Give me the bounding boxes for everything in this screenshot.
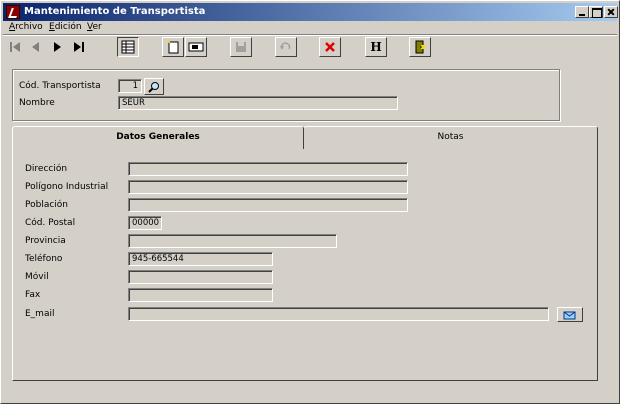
minimize-button[interactable] xyxy=(575,6,589,18)
telefono-field[interactable]: 945-665544 xyxy=(128,252,273,266)
email-field[interactable] xyxy=(128,307,549,321)
poligono-label: Polígono Industrial xyxy=(25,182,109,192)
first-icon xyxy=(10,42,20,52)
menu-ver[interactable]: Ver xyxy=(87,22,102,32)
provincia-field[interactable] xyxy=(128,234,337,248)
next-record-button[interactable] xyxy=(49,37,65,57)
form-edit-icon xyxy=(188,42,204,52)
maximize-button[interactable] xyxy=(589,6,603,18)
last-icon xyxy=(74,42,84,52)
cod-transportista-label: Cód. Transportista xyxy=(19,81,101,91)
movil-label: Móvil xyxy=(25,272,49,282)
new-document-icon xyxy=(167,41,179,54)
title-bar[interactable]: Mantenimiento de Transportista xyxy=(3,3,618,21)
cp-label: Cód. Postal xyxy=(25,218,76,228)
email-label: E_mail xyxy=(25,309,55,319)
tab-datos-generales[interactable]: Datos Generales xyxy=(12,126,304,149)
tab-notas[interactable]: Notas xyxy=(303,126,598,148)
prev-record-button[interactable] xyxy=(27,37,43,57)
email-icon xyxy=(563,311,576,319)
cod-transportista-field[interactable]: 1 xyxy=(118,79,142,93)
save-button[interactable] xyxy=(230,37,252,57)
prev-icon xyxy=(32,42,39,52)
direccion-field[interactable] xyxy=(128,162,408,176)
next-icon xyxy=(54,42,61,52)
movil-field[interactable] xyxy=(128,270,273,284)
menu-archivo-label: rchivo xyxy=(15,22,43,32)
delete-button[interactable] xyxy=(319,37,341,57)
last-record-button[interactable] xyxy=(71,37,87,57)
new-record-button[interactable] xyxy=(162,37,184,57)
poblacion-label: Población xyxy=(25,200,69,210)
exit-button[interactable] xyxy=(409,37,431,57)
grid-view-button[interactable] xyxy=(117,37,139,57)
fax-label: Fax xyxy=(25,290,41,300)
menu-bar: Archivo Edición Ver xyxy=(3,21,617,35)
close-button[interactable] xyxy=(604,6,618,18)
undo-button[interactable] xyxy=(275,37,297,57)
poligono-field[interactable] xyxy=(128,180,408,194)
window-title: Mantenimiento de Transportista xyxy=(24,6,206,17)
nombre-label: Nombre xyxy=(19,98,55,108)
table-icon xyxy=(121,40,135,54)
main-window: Mantenimiento de Transportista Archivo E… xyxy=(0,0,620,404)
app-icon[interactable] xyxy=(6,5,20,19)
cp-field[interactable]: 00000 xyxy=(128,216,162,230)
menu-archivo[interactable]: Archivo xyxy=(9,22,43,32)
toolbar: H xyxy=(3,34,617,60)
help-button[interactable]: H xyxy=(365,37,387,57)
exit-door-icon xyxy=(415,40,425,54)
direccion-label: Dirección xyxy=(25,164,68,174)
fax-field[interactable] xyxy=(128,288,273,302)
edit-record-button[interactable] xyxy=(185,37,207,57)
menu-edicion-label: dición xyxy=(54,22,82,32)
nombre-field[interactable]: SEUR xyxy=(118,96,398,110)
search-button[interactable] xyxy=(144,78,164,95)
send-email-button[interactable] xyxy=(557,307,583,322)
telefono-label: Teléfono xyxy=(25,254,63,264)
poblacion-field[interactable] xyxy=(128,198,408,212)
first-record-button[interactable] xyxy=(7,37,23,57)
delete-x-icon xyxy=(325,42,335,52)
magnifier-icon xyxy=(148,81,159,93)
undo-icon xyxy=(280,42,291,50)
save-disk-icon xyxy=(236,42,246,52)
menu-edicion[interactable]: Edición xyxy=(49,22,82,32)
provincia-label: Provincia xyxy=(25,236,66,246)
menu-ver-label: er xyxy=(92,22,102,32)
header-group xyxy=(12,69,560,121)
